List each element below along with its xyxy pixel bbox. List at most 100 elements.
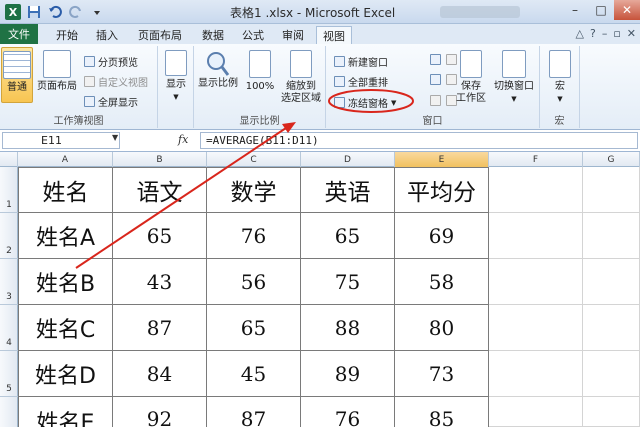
name-box-dropdown-icon[interactable]: ▼ [112,133,118,142]
empty-cell[interactable] [583,305,640,351]
table-cell[interactable]: 65 [207,305,301,351]
tab-formulas[interactable]: 公式 [236,26,270,44]
table-cell[interactable]: 87 [207,397,301,427]
table-cell[interactable]: 92 [113,397,207,427]
table-cell[interactable]: 89 [301,351,395,397]
tab-home[interactable]: 开始 [50,26,84,44]
row-header-3[interactable]: 3 [0,259,18,305]
table-cell[interactable]: 85 [395,397,489,427]
column-header-a[interactable]: A [18,152,113,167]
empty-cell[interactable] [489,167,583,213]
empty-cell[interactable] [583,213,640,259]
table-cell[interactable]: 84 [113,351,207,397]
row-header-2[interactable]: 2 [0,213,18,259]
column-header-c[interactable]: C [207,152,301,167]
table-cell-name[interactable]: 姓名A [18,213,113,259]
empty-cell[interactable] [583,259,640,305]
table-header-cell[interactable]: 数学 [207,167,301,213]
excel-logo-icon[interactable]: X [4,3,22,21]
maximize-button[interactable]: □ [588,0,614,20]
macros-button[interactable]: 宏 ▼ [545,50,575,105]
arrange-all-button[interactable]: 全部重排 [334,74,388,89]
table-cell[interactable]: 76 [207,213,301,259]
empty-cell[interactable] [583,167,640,213]
tab-insert[interactable]: 插入 [90,26,124,44]
table-cell[interactable]: 73 [395,351,489,397]
empty-cell[interactable] [583,351,640,397]
help-icon[interactable]: ? [590,27,596,40]
row-header-1[interactable]: 1 [0,167,18,213]
formula-input[interactable]: =AVERAGE(B11:D11) [200,132,638,149]
column-header-g[interactable]: G [583,152,640,167]
table-cell[interactable]: 45 [207,351,301,397]
zoom-to-selection-button[interactable]: 缩放到 选定区域 [278,50,324,105]
table-header-cell[interactable]: 英语 [301,167,395,213]
tab-review[interactable]: 审阅 [276,26,310,44]
page-layout-view-button[interactable]: 页面布局 [36,50,78,93]
row-header-4[interactable]: 4 [0,305,18,351]
save-workspace-button[interactable]: 保存 工作区 [454,50,488,105]
table-cell[interactable]: 65 [113,213,207,259]
page-break-preview-button[interactable]: 分页预览 [84,54,138,69]
empty-cell[interactable] [489,397,583,427]
select-all-button[interactable] [0,152,18,167]
table-cell[interactable]: 80 [395,305,489,351]
split-button[interactable] [430,54,441,65]
zoom-button[interactable]: 显示比例 [196,50,240,90]
column-header-d[interactable]: D [301,152,395,167]
normal-view-button[interactable]: 普通 [1,47,33,103]
full-screen-button[interactable]: 全屏显示 [84,94,138,109]
empty-cell[interactable] [583,397,640,427]
empty-cell[interactable] [489,213,583,259]
customize-qat-icon[interactable] [88,3,106,21]
table-cell-name[interactable]: 姓名B [18,259,113,305]
column-header-e[interactable]: E [395,152,489,167]
unhide-button[interactable] [430,95,441,106]
table-cell-name[interactable]: 姓名E [18,397,113,427]
hide-button[interactable] [430,74,441,85]
redo-icon[interactable] [67,3,85,21]
insert-function-button[interactable]: fx [178,133,188,146]
table-cell[interactable]: 87 [113,305,207,351]
minimize-button[interactable]: – [562,0,588,20]
zoom-100-button[interactable]: 100% [244,50,276,93]
doc-restore-icon[interactable]: ▫ [613,27,620,40]
empty-cell[interactable] [489,259,583,305]
new-window-button[interactable]: 新建窗口 [334,54,388,69]
tab-data[interactable]: 数据 [196,26,230,44]
tab-file[interactable]: 文件 [0,24,38,44]
custom-views-button[interactable]: 自定义视图 [84,74,148,89]
table-header-cell[interactable]: 平均分 [395,167,489,213]
undo-icon[interactable] [46,3,64,21]
table-cell[interactable]: 76 [301,397,395,427]
empty-cell[interactable] [489,351,583,397]
table-cell-name[interactable]: 姓名D [18,351,113,397]
close-button[interactable]: ✕ [614,0,640,20]
table-cell-name[interactable]: 姓名C [18,305,113,351]
switch-windows-button[interactable]: 切换窗口 ▼ [490,50,538,105]
table-cell[interactable]: 69 [395,213,489,259]
column-header-b[interactable]: B [113,152,207,167]
table-cell[interactable]: 43 [113,259,207,305]
save-icon[interactable] [25,3,43,21]
empty-cell[interactable] [489,305,583,351]
show-button[interactable]: 显示 ▼ [161,50,191,103]
table-cell[interactable]: 88 [301,305,395,351]
minimize-ribbon-icon[interactable]: △ [576,27,584,40]
table-cell[interactable]: 65 [301,213,395,259]
row-header-5[interactable]: 5 [0,351,18,397]
arrange-all-label: 全部重排 [348,78,388,89]
group-label-zoom: 显示比例 [239,116,280,127]
table-cell[interactable]: 58 [395,259,489,305]
doc-close-icon[interactable]: ✕ [627,27,636,40]
tab-page-layout[interactable]: 页面布局 [130,26,190,44]
freeze-panes-button[interactable]: 冻结窗格 ▼ [334,95,396,110]
name-box[interactable]: E11 [2,132,120,149]
table-header-cell[interactable]: 姓名 [18,167,113,213]
doc-minimize-icon[interactable]: – [602,27,608,40]
table-header-cell[interactable]: 语文 [113,167,207,213]
column-header-f[interactable]: F [489,152,583,167]
table-cell[interactable]: 56 [207,259,301,305]
table-cell[interactable]: 75 [301,259,395,305]
tab-view[interactable]: 视图 [316,26,352,44]
